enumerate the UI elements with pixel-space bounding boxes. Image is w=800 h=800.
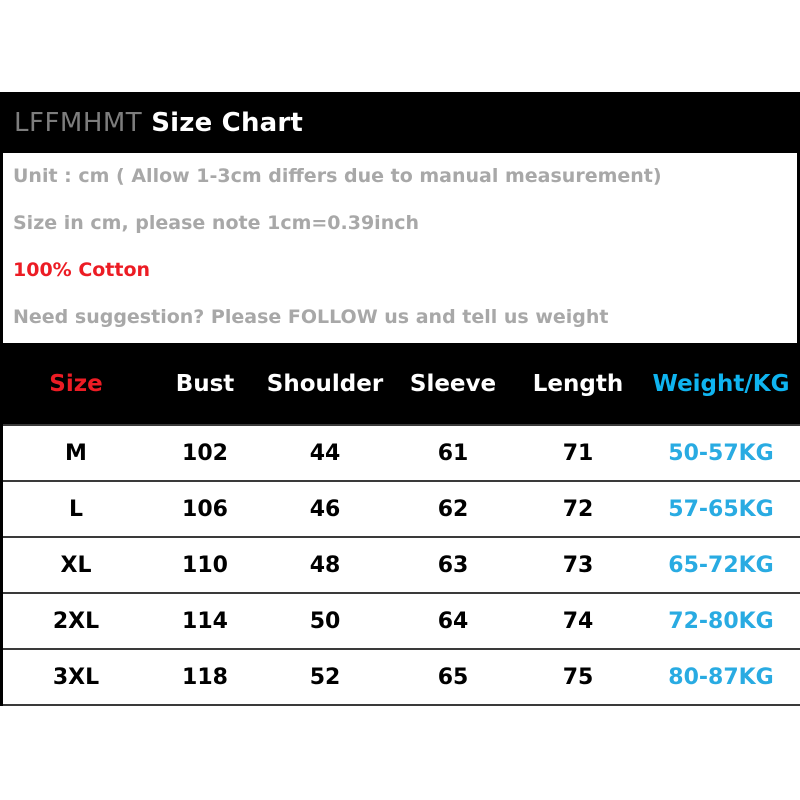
table-header-row: Size Bust Shoulder Sleeve Length Weight/… bbox=[3, 343, 800, 425]
column-header-sleeve: Sleeve bbox=[409, 370, 497, 397]
info-panel: Unit : cm ( Allow 1-3cm differs due to m… bbox=[0, 153, 800, 343]
cell-length: 73 bbox=[562, 552, 594, 578]
table-row: 2XL 114 50 64 74 72-80KG bbox=[3, 593, 800, 649]
cell-bust: 102 bbox=[182, 440, 228, 466]
cell-shoulder: 48 bbox=[309, 552, 341, 578]
cell-weight: 72-80KG bbox=[668, 608, 774, 634]
cell-bust: 118 bbox=[182, 664, 228, 690]
cell-size: 2XL bbox=[52, 608, 100, 634]
info-line-conversion: Size in cm, please note 1cm=0.39inch bbox=[13, 212, 420, 234]
size-table: Size Bust Shoulder Sleeve Length Weight/… bbox=[3, 343, 800, 706]
column-header-size: Size bbox=[49, 370, 103, 397]
cell-shoulder: 46 bbox=[309, 496, 341, 522]
cell-size: XL bbox=[60, 552, 92, 578]
title-band: LFFMHMT Size Chart bbox=[0, 92, 800, 153]
cell-size: 3XL bbox=[52, 664, 100, 690]
cell-bust: 114 bbox=[182, 608, 228, 634]
cell-length: 75 bbox=[562, 664, 594, 690]
table-frame: Size Bust Shoulder Sleeve Length Weight/… bbox=[0, 343, 800, 706]
cell-sleeve: 63 bbox=[437, 552, 469, 578]
cell-shoulder: 50 bbox=[309, 608, 341, 634]
cell-shoulder: 44 bbox=[309, 440, 341, 466]
column-header-weight: Weight/KG bbox=[652, 370, 790, 397]
cell-weight: 50-57KG bbox=[668, 440, 774, 466]
column-header-bust: Bust bbox=[175, 370, 235, 397]
cell-size: M bbox=[65, 440, 87, 466]
info-line-unit: Unit : cm ( Allow 1-3cm differs due to m… bbox=[13, 165, 662, 187]
cell-bust: 106 bbox=[182, 496, 228, 522]
info-line-material: 100% Cotton bbox=[13, 259, 151, 281]
cell-shoulder: 52 bbox=[309, 664, 341, 690]
cell-weight: 57-65KG bbox=[668, 496, 774, 522]
column-header-length: Length bbox=[532, 370, 624, 397]
cell-bust: 110 bbox=[182, 552, 228, 578]
size-chart: LFFMHMT Size Chart Unit : cm ( Allow 1-3… bbox=[0, 92, 800, 706]
info-line-suggestion: Need suggestion? Please FOLLOW us and te… bbox=[13, 306, 609, 328]
cell-sleeve: 64 bbox=[437, 608, 469, 634]
table-row: M 102 44 61 71 50-57KG bbox=[3, 425, 800, 481]
page-title: Size Chart bbox=[151, 107, 304, 138]
cell-sleeve: 61 bbox=[437, 440, 469, 466]
brand-name: LFFMHMT bbox=[14, 107, 143, 138]
cell-weight: 65-72KG bbox=[668, 552, 774, 578]
table-row: 3XL 118 52 65 75 80-87KG bbox=[3, 649, 800, 705]
cell-size: L bbox=[68, 496, 84, 522]
column-header-shoulder: Shoulder bbox=[266, 370, 384, 397]
cell-length: 72 bbox=[562, 496, 594, 522]
table-row: XL 110 48 63 73 65-72KG bbox=[3, 537, 800, 593]
table-row: L 106 46 62 72 57-65KG bbox=[3, 481, 800, 537]
cell-sleeve: 65 bbox=[437, 664, 469, 690]
cell-length: 71 bbox=[562, 440, 594, 466]
cell-sleeve: 62 bbox=[437, 496, 469, 522]
cell-length: 74 bbox=[562, 608, 594, 634]
cell-weight: 80-87KG bbox=[668, 664, 774, 690]
